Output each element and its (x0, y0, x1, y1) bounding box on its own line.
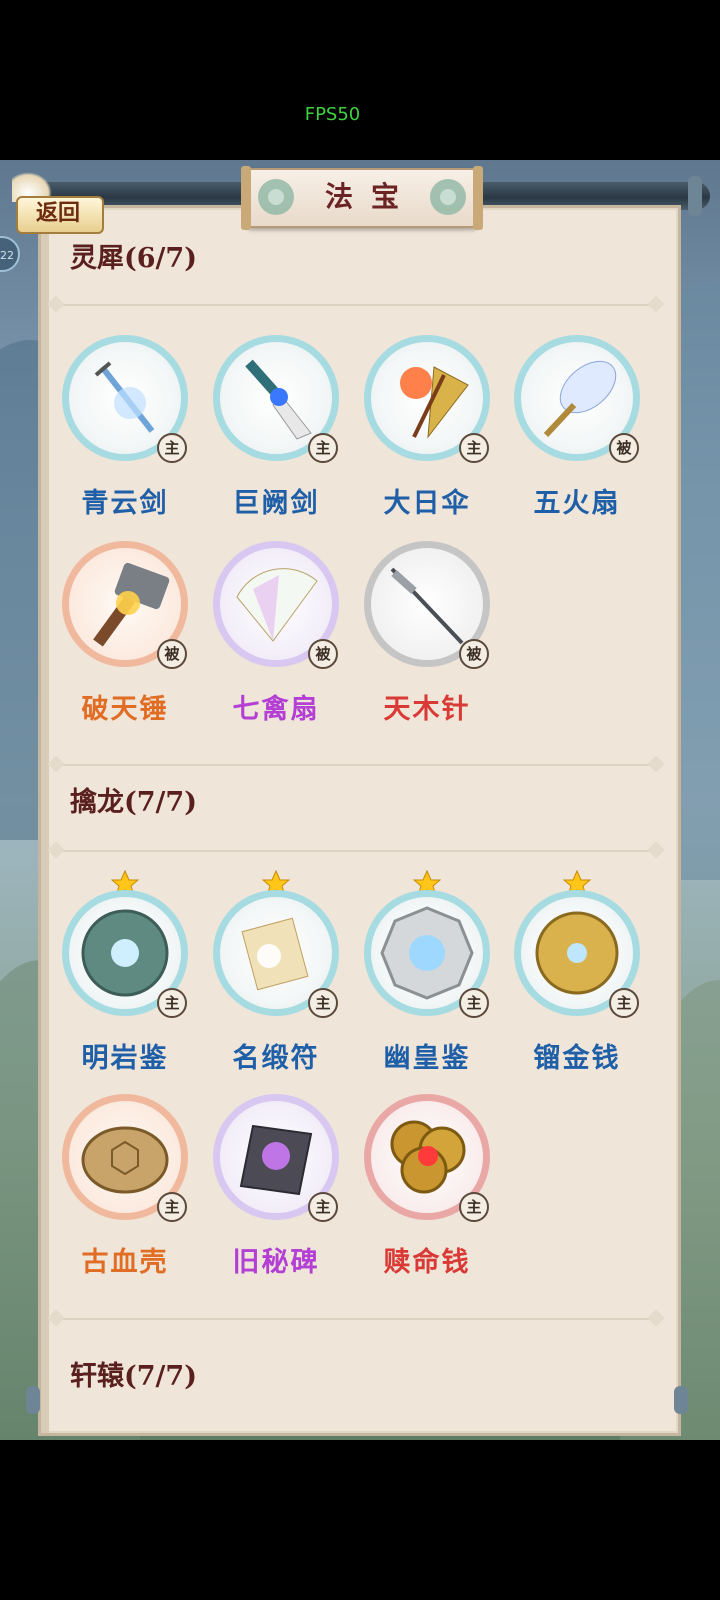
treasure-item[interactable]: 被 七禽扇 (205, 541, 355, 741)
treasure-name: 旧秘碑 (232, 1247, 320, 1278)
divider (50, 850, 662, 852)
treasure-item[interactable]: 被 破天锤 (54, 541, 204, 741)
treasure-item[interactable]: 被 五火扇 (506, 335, 656, 535)
treasure-item[interactable]: 主 巨阙剑 (205, 335, 355, 535)
treasure-item[interactable]: 主 古血壳 (54, 1094, 204, 1294)
skill-type-tag: 主 (157, 988, 187, 1018)
fps-counter: FPS50 (304, 104, 361, 125)
treasure-item[interactable]: 主 明岩鉴 (54, 870, 204, 1090)
treasure-item[interactable]: 主 赎命钱 (356, 1094, 506, 1294)
skill-type-tag: 主 (308, 988, 338, 1018)
roller-cap-right (688, 176, 702, 216)
treasure-item[interactable]: 主 旧秘碑 (205, 1094, 355, 1294)
skill-type-tag: 主 (459, 1192, 489, 1222)
skill-type-tag: 被 (459, 639, 489, 669)
treasure-name: 大日伞 (383, 488, 471, 519)
treasure-item[interactable]: 主 大日伞 (356, 335, 506, 535)
skill-type-tag: 主 (308, 433, 338, 463)
treasure-name: 幽皇鉴 (383, 1043, 471, 1074)
skill-type-tag: 主 (308, 1192, 338, 1222)
skill-type-tag: 主 (157, 433, 187, 463)
skill-type-tag: 被 (157, 639, 187, 669)
treasure-name: 五火扇 (533, 488, 621, 519)
treasure-name: 破天锤 (81, 694, 169, 725)
skill-type-tag: 被 (308, 639, 338, 669)
skill-type-tag: 主 (459, 433, 489, 463)
skill-type-tag: 主 (459, 988, 489, 1018)
title-plate: 法宝 (241, 166, 483, 230)
section-title: 擒龙(7/7) (70, 787, 197, 818)
treasure-item[interactable]: 主 名缎符 (205, 870, 355, 1090)
roller-cap-bottom-right (674, 1386, 688, 1414)
skill-type-tag: 主 (609, 988, 639, 1018)
page-title: 法宝 (324, 180, 417, 213)
treasure-name: 赎命钱 (383, 1247, 471, 1278)
roller-cap-bottom-left (26, 1386, 40, 1414)
treasure-name: 青云剑 (81, 488, 169, 519)
treasure-name: 镏金钱 (533, 1043, 621, 1074)
section-title: 轩辕(7/7) (70, 1361, 197, 1392)
treasure-item[interactable]: 主 青云剑 (54, 335, 204, 535)
back-button[interactable]: 返回 (6, 172, 126, 234)
treasure-name: 名缎符 (232, 1043, 320, 1074)
treasure-item[interactable]: 主 幽皇鉴 (356, 870, 506, 1090)
divider (50, 764, 662, 766)
back-button-label: 返回 (35, 200, 80, 226)
divider (50, 304, 662, 306)
treasure-item[interactable]: 被 天木针 (356, 541, 506, 741)
treasure-item[interactable]: 主 镏金钱 (506, 870, 656, 1090)
skill-type-tag: 主 (157, 1192, 187, 1222)
treasure-name: 明岩鉴 (81, 1043, 169, 1074)
treasure-name: 七禽扇 (232, 694, 320, 725)
treasure-name: 巨阙剑 (232, 488, 320, 519)
treasure-name: 天木针 (383, 694, 471, 725)
treasure-name: 古血壳 (81, 1247, 169, 1278)
section-title: 灵犀(6/7) (70, 243, 197, 274)
divider (50, 1318, 662, 1320)
skill-type-tag: 被 (609, 433, 639, 463)
